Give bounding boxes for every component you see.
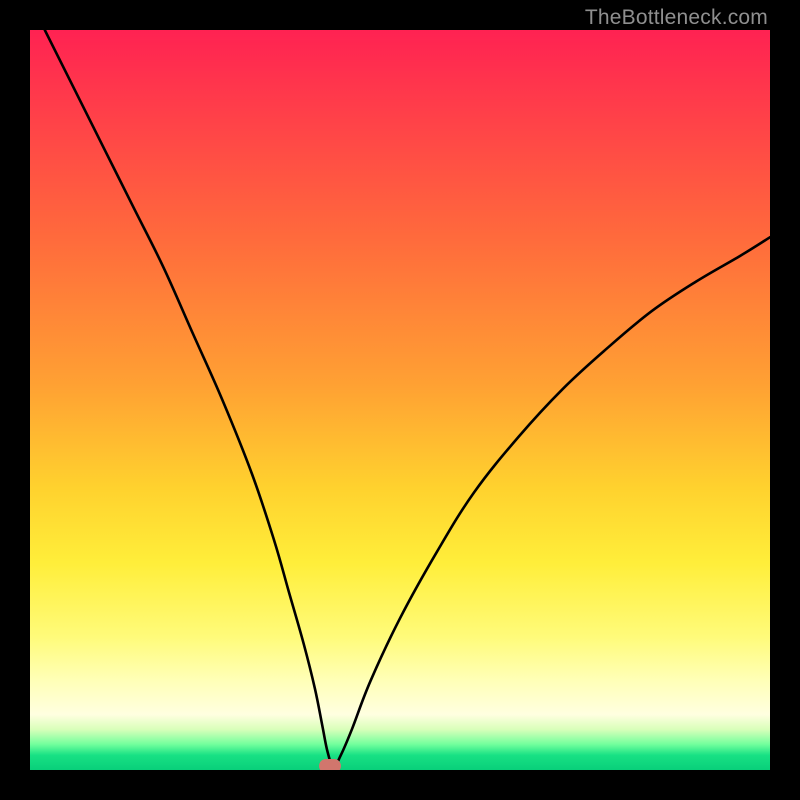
chart-frame: TheBottleneck.com xyxy=(0,0,800,800)
bottleneck-curve xyxy=(30,30,770,770)
plot-area xyxy=(30,30,770,770)
optimum-marker xyxy=(319,759,341,770)
watermark-text: TheBottleneck.com xyxy=(585,6,768,30)
